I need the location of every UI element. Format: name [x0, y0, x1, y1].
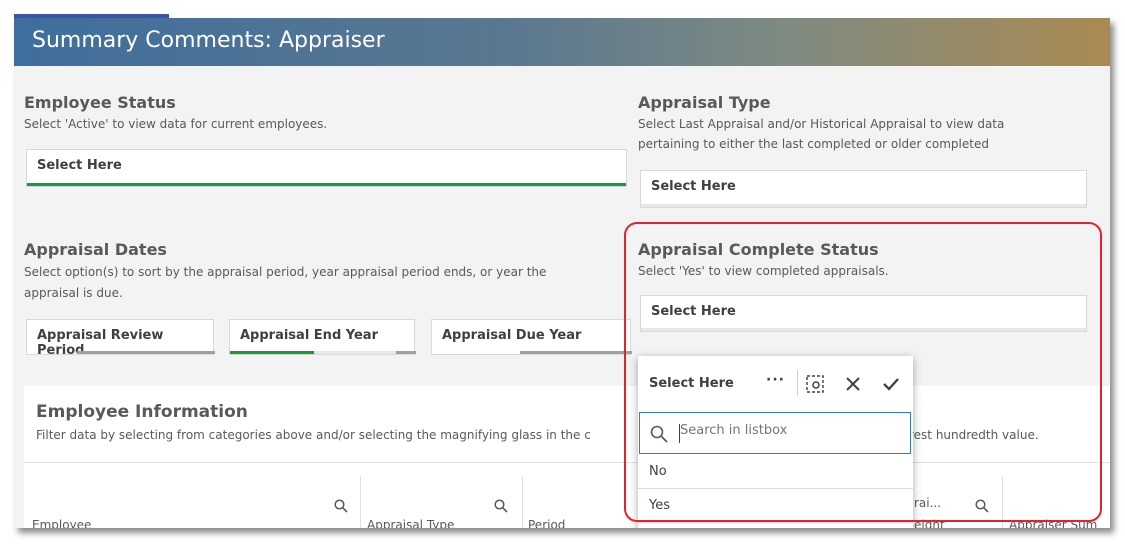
appraisal-dates-description-2: appraisal is due.: [24, 286, 123, 300]
listbox-option-label: Yes: [649, 498, 670, 513]
app-frame: Summary Comments: Appraiser Employee Sta…: [14, 18, 1110, 528]
appraisal-due-year-button[interactable]: Appraisal Due Year: [431, 319, 632, 355]
column-header-weight-top[interactable]: rai...: [914, 496, 941, 510]
employee-status-selection-bar: [27, 183, 626, 186]
sheet-header: Summary Comments: Appraiser: [14, 18, 1110, 66]
appraisal-complete-selection-bar: [641, 328, 1086, 331]
appraisal-type-search-icon[interactable]: [494, 499, 508, 513]
review-period-selection-bar: [77, 351, 215, 354]
selection-tool-icon[interactable]: [805, 374, 825, 394]
listbox-search-field[interactable]: [639, 412, 911, 454]
appraisal-type-select[interactable]: Select Here: [640, 170, 1087, 208]
employee-information-description-tail: rest hundredth value.: [909, 428, 1039, 442]
appraisal-type-description-1: Select Last Appraisal and/or Historical …: [638, 117, 1005, 131]
table-header-divider: [24, 462, 1110, 463]
appraisal-due-year-label: Appraisal Due Year: [442, 328, 582, 343]
listbox-search-input[interactable]: [680, 423, 900, 438]
appraisal-complete-select[interactable]: Select Here: [640, 295, 1087, 332]
column-divider: [1002, 476, 1003, 528]
toolbar-divider: [797, 370, 798, 396]
employee-status-title: Employee Status: [24, 93, 176, 112]
employee-information-panel: Employee Information Filter data by sele…: [24, 386, 1110, 528]
appraisal-type-description-2: pertaining to either the last completed …: [638, 137, 989, 151]
appraisal-dates-title: Appraisal Dates: [24, 240, 167, 259]
appraisal-type-title: Appraisal Type: [638, 93, 771, 112]
listbox-title: Select Here: [649, 376, 734, 391]
appraisal-type-selection-bar: [641, 204, 1086, 207]
due-year-selection-bar: [520, 351, 632, 354]
sheet-title: Summary Comments: Appraiser: [32, 28, 385, 53]
employee-search-icon[interactable]: [334, 499, 348, 513]
employee-status-description: Select 'Active' to view data for current…: [24, 117, 328, 131]
end-year-excluded-bar: [396, 351, 416, 354]
appraisal-end-year-label: Appraisal End Year: [240, 328, 378, 343]
column-divider: [522, 476, 523, 528]
confirm-selection-icon[interactable]: [881, 375, 901, 393]
column-header-employee[interactable]: Employee: [32, 518, 91, 528]
employee-status-select-label: Select Here: [37, 158, 122, 173]
column-header-period[interactable]: Period: [528, 518, 565, 528]
search-icon: [650, 425, 668, 443]
appraisal-complete-select-label: Select Here: [651, 304, 736, 319]
end-year-selected-bar: [230, 351, 314, 354]
listbox-option-label: No: [649, 464, 667, 479]
column-divider: [360, 476, 361, 528]
column-header-appraisal-type[interactable]: Appraisal Type: [367, 518, 454, 528]
appraisal-review-period-button[interactable]: Appraisal Review Period: [26, 319, 215, 358]
more-options-icon[interactable]: ···: [766, 372, 785, 388]
column-header-weight-bottom[interactable]: eight: [914, 518, 945, 528]
cancel-selection-icon[interactable]: [844, 375, 862, 393]
weight-search-icon[interactable]: [975, 499, 989, 513]
column-header-appraiser-summary[interactable]: Appraiser Sum: [1009, 518, 1097, 528]
appraisal-complete-title: Appraisal Complete Status: [638, 240, 879, 259]
employee-information-description: Filter data by selecting from categories…: [36, 428, 591, 442]
end-year-possible-bar: [314, 351, 396, 354]
listbox-option-no[interactable]: No: [638, 456, 913, 489]
sheet-content: Employee Status Select 'Active' to view …: [14, 66, 1110, 528]
appraisal-end-year-button[interactable]: Appraisal End Year: [229, 319, 416, 355]
appraisal-type-select-label: Select Here: [651, 179, 736, 194]
employee-information-title: Employee Information: [36, 402, 248, 422]
listbox-option-yes[interactable]: Yes: [638, 490, 913, 523]
employee-status-select[interactable]: Select Here: [26, 149, 627, 187]
listbox-popup: Select Here ··· Search in listbox No Yes: [638, 356, 913, 528]
appraisal-dates-description-1: Select option(s) to sort by the appraisa…: [24, 265, 547, 279]
appraisal-complete-description: Select 'Yes' to view completed appraisal…: [638, 264, 889, 278]
